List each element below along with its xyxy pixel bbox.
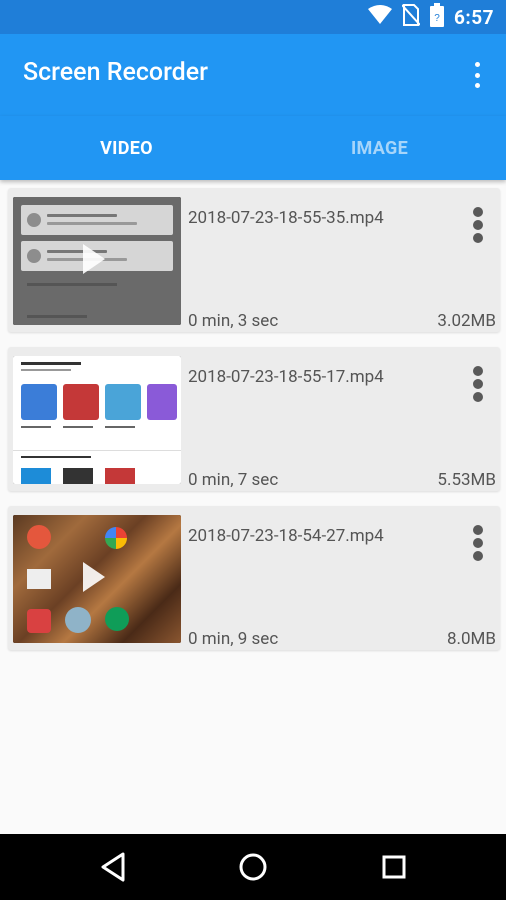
file-size: 3.02MB [437,311,496,331]
back-icon[interactable] [96,850,130,884]
play-icon [83,244,105,274]
app-title: Screen Recorder [23,58,208,87]
duration: 0 min, 3 sec [188,311,279,331]
app-bar: Screen Recorder [0,34,506,116]
tab-image[interactable]: IMAGE [253,116,506,180]
video-thumbnail[interactable] [13,197,181,325]
status-icons: ? 6:57 [367,0,494,34]
navigation-bar [0,834,506,900]
no-sim-icon [401,4,421,30]
more-vert-icon[interactable] [468,204,488,246]
home-icon[interactable] [236,850,270,884]
recording-item[interactable]: 2018-07-23-18-55-17.mp4 0 min, 7 sec 5.5… [8,347,500,491]
file-name: 2018-07-23-18-55-35.mp4 [188,208,384,228]
file-name: 2018-07-23-18-55-17.mp4 [188,367,384,387]
play-icon [83,562,105,592]
status-time: 6:57 [453,5,494,29]
recording-item[interactable]: 2018-07-23-18-55-35.mp4 0 min, 3 sec 3.0… [8,188,500,332]
duration: 0 min, 7 sec [188,470,279,490]
video-thumbnail[interactable] [13,515,181,643]
file-size: 5.53MB [437,470,496,490]
wifi-icon [367,5,392,29]
more-vert-icon[interactable] [468,522,488,564]
battery-icon: ? [429,3,444,31]
recording-item[interactable]: 2018-07-23-18-54-27.mp4 0 min, 9 sec 8.0… [8,506,500,650]
recordings-list: 2018-07-23-18-55-35.mp4 0 min, 3 sec 3.0… [0,180,506,834]
status-bar: ? 6:57 [0,0,506,34]
svg-text:?: ? [434,13,440,24]
more-vert-icon[interactable] [468,363,488,405]
file-name: 2018-07-23-18-54-27.mp4 [188,526,384,546]
recents-icon[interactable] [377,850,411,884]
duration: 0 min, 9 sec [188,629,279,649]
tab-bar: VIDEO IMAGE [0,116,506,180]
file-size: 8.0MB [446,629,496,649]
tab-video[interactable]: VIDEO [0,116,253,180]
overflow-menu-icon[interactable] [464,60,490,90]
video-thumbnail[interactable] [13,356,181,484]
